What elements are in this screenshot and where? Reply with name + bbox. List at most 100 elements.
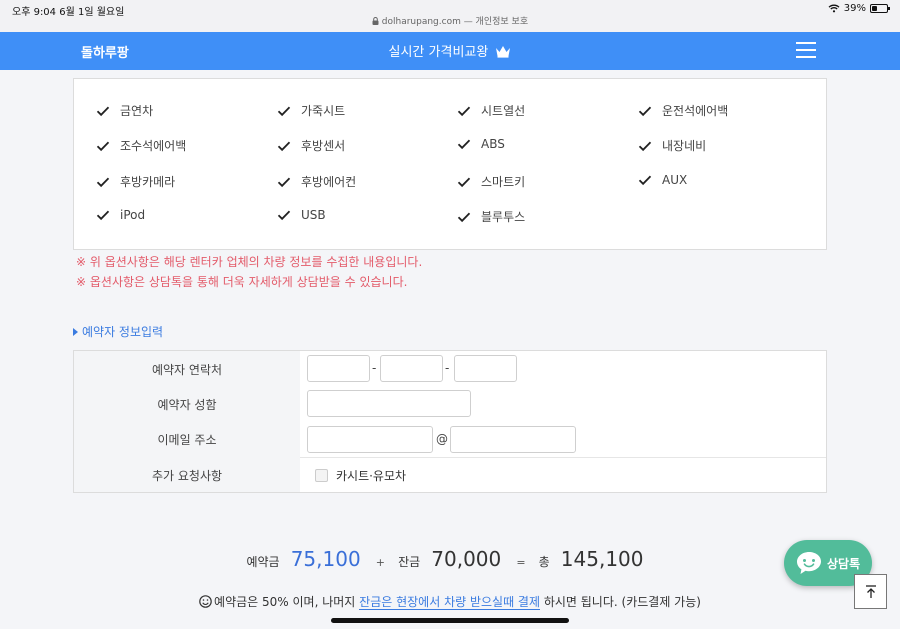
form-label-column: 예약자 연락처 예약자 성함 이메일 주소 추가 요청사항 bbox=[74, 351, 300, 492]
option-item: 가죽시트 bbox=[277, 102, 345, 119]
checkmark-icon bbox=[96, 177, 110, 187]
checkmark-icon bbox=[638, 106, 652, 116]
label-name: 예약자 성함 bbox=[157, 398, 217, 412]
deposit-label: 예약금 bbox=[246, 555, 280, 569]
option-item: 금연차 bbox=[96, 102, 153, 119]
chat-consult-label: 상담톡 bbox=[827, 557, 861, 571]
status-bar: 오후 9:04 6월 1일 월요일 dolharupang.com — 개인정보… bbox=[0, 0, 900, 32]
note-line-1: ※ 위 옵션사항은 해당 렌터카 업체의 차량 정보를 수집한 내용입니다. bbox=[76, 255, 423, 269]
checkmark-icon bbox=[277, 210, 291, 221]
wifi-icon bbox=[828, 4, 840, 13]
phone-part3-input[interactable] bbox=[454, 355, 517, 382]
checkmark-icon bbox=[457, 106, 471, 116]
total-amount: 145,100 bbox=[560, 547, 644, 571]
option-label: 스마트키 bbox=[481, 175, 526, 189]
triangle-right-icon bbox=[73, 328, 78, 336]
option-item: 내장네비 bbox=[638, 137, 706, 154]
label-request: 추가 요청사항 bbox=[151, 469, 223, 483]
option-item: USB bbox=[277, 208, 326, 222]
name-input[interactable] bbox=[307, 390, 471, 417]
chat-bubble-icon bbox=[797, 552, 821, 574]
smile-icon bbox=[199, 595, 212, 608]
section-title-reservation: 예약자 정보입력 bbox=[73, 323, 163, 340]
plus-sign: + bbox=[375, 556, 385, 569]
phone-part1-input[interactable] bbox=[307, 355, 370, 382]
status-right: 39% bbox=[828, 3, 890, 14]
car-options-panel: 금연차 가죽시트 시트열선 운전석에어백조수석에어백 후방센서 ABS 내장네비후방카메라 후… bbox=[73, 78, 827, 250]
option-item: 스마트키 bbox=[457, 173, 525, 190]
note-line-2: ※ 옵션사항은 상담톡을 통해 더욱 자세하게 상담받을 수 있습니다. bbox=[76, 275, 408, 289]
equals-sign: = bbox=[516, 556, 526, 569]
option-label: 가죽시트 bbox=[301, 104, 346, 118]
checkmark-icon bbox=[457, 177, 471, 187]
option-label: AUX bbox=[662, 173, 688, 187]
option-label: 블루투스 bbox=[481, 210, 526, 224]
option-label: 시트열선 bbox=[481, 104, 526, 118]
checkmark-icon bbox=[638, 141, 652, 151]
email-domain-input[interactable] bbox=[450, 426, 576, 453]
option-label: 운전석에어백 bbox=[662, 104, 729, 118]
carseat-stroller-label[interactable]: 카시트·유모차 bbox=[336, 467, 406, 484]
option-label: 내장네비 bbox=[662, 139, 707, 153]
phone-sep-1: - bbox=[372, 361, 377, 375]
label-email: 이메일 주소 bbox=[157, 433, 217, 447]
option-label: 후방에어컨 bbox=[301, 175, 357, 189]
price-summary: 예약금 75,100 + 잔금 70,000 = 총 145,100 bbox=[0, 547, 900, 571]
checkmark-icon bbox=[96, 106, 110, 116]
option-item: iPod bbox=[96, 208, 145, 222]
option-item: 운전석에어백 bbox=[638, 102, 728, 119]
email-at-sign: @ bbox=[436, 432, 448, 446]
reservation-form: 예약자 연락처 예약자 성함 이메일 주소 추가 요청사항 - - @ 카시트·… bbox=[73, 350, 827, 493]
checkmark-icon bbox=[277, 141, 291, 151]
balance-amount: 70,000 bbox=[431, 547, 502, 571]
row-divider bbox=[300, 457, 826, 458]
checkmark-icon bbox=[277, 106, 291, 116]
address-bar-url[interactable]: dolharupang.com — 개인정보 보호 bbox=[0, 14, 900, 27]
nav-title-text: 실시간 가격비교왕 bbox=[388, 45, 489, 60]
battery-percent: 39% bbox=[843, 3, 866, 14]
option-label: iPod bbox=[120, 208, 146, 222]
balance-label: 잔금 bbox=[398, 555, 421, 569]
checkmark-icon bbox=[638, 175, 652, 186]
deposit-note-after: 하시면 됩니다. (카드결제 가능) bbox=[540, 595, 701, 609]
checkmark-icon bbox=[277, 177, 291, 187]
option-label: 조수석에어백 bbox=[120, 139, 187, 153]
arrow-up-icon bbox=[866, 585, 876, 598]
checkmark-icon bbox=[96, 210, 110, 221]
carseat-stroller-checkbox[interactable] bbox=[315, 469, 328, 482]
checkmark-icon bbox=[457, 139, 471, 150]
option-label: 후방센서 bbox=[301, 139, 346, 153]
deposit-note-highlight: 잔금은 현장에서 차량 받으실때 결제 bbox=[359, 595, 541, 610]
option-label: USB bbox=[301, 208, 326, 222]
option-item: 후방센서 bbox=[277, 137, 345, 154]
total-label: 총 bbox=[538, 555, 550, 569]
options-notes: ※ 위 옵션사항은 해당 렌터카 업체의 차량 정보를 수집한 내용입니다. ※… bbox=[76, 252, 422, 292]
phone-sep-2: - bbox=[445, 361, 450, 375]
option-label: ABS bbox=[481, 137, 505, 151]
top-navbar: 돌하루팡 실시간 가격비교왕 bbox=[0, 32, 900, 70]
email-local-input[interactable] bbox=[307, 426, 433, 453]
menu-icon[interactable] bbox=[796, 42, 816, 58]
deposit-amount: 75,100 bbox=[290, 547, 361, 571]
checkmark-icon bbox=[457, 212, 471, 222]
option-item: 시트열선 bbox=[457, 102, 525, 119]
section-title-text: 예약자 정보입력 bbox=[82, 325, 164, 339]
battery-icon bbox=[870, 4, 890, 13]
phone-part2-input[interactable] bbox=[380, 355, 443, 382]
crown-icon bbox=[496, 46, 511, 58]
option-item: 블루투스 bbox=[457, 208, 525, 225]
option-label: 금연차 bbox=[120, 104, 154, 118]
option-item: 후방카메라 bbox=[96, 173, 175, 190]
option-item: ABS bbox=[457, 137, 505, 151]
option-label: 후방카메라 bbox=[120, 175, 176, 189]
scroll-to-top-button[interactable] bbox=[854, 574, 887, 609]
option-item: 후방에어컨 bbox=[277, 173, 356, 190]
option-item: 조수석에어백 bbox=[96, 137, 186, 154]
nav-title[interactable]: 실시간 가격비교왕 bbox=[0, 41, 900, 60]
checkmark-icon bbox=[96, 141, 110, 151]
option-item: AUX bbox=[638, 173, 687, 187]
url-text: dolharupang.com — 개인정보 보호 bbox=[381, 17, 529, 27]
lock-icon bbox=[372, 17, 379, 25]
label-phone: 예약자 연락처 bbox=[151, 363, 223, 377]
deposit-note-before: 예약금은 50% 이며, 나머지 bbox=[214, 595, 360, 609]
